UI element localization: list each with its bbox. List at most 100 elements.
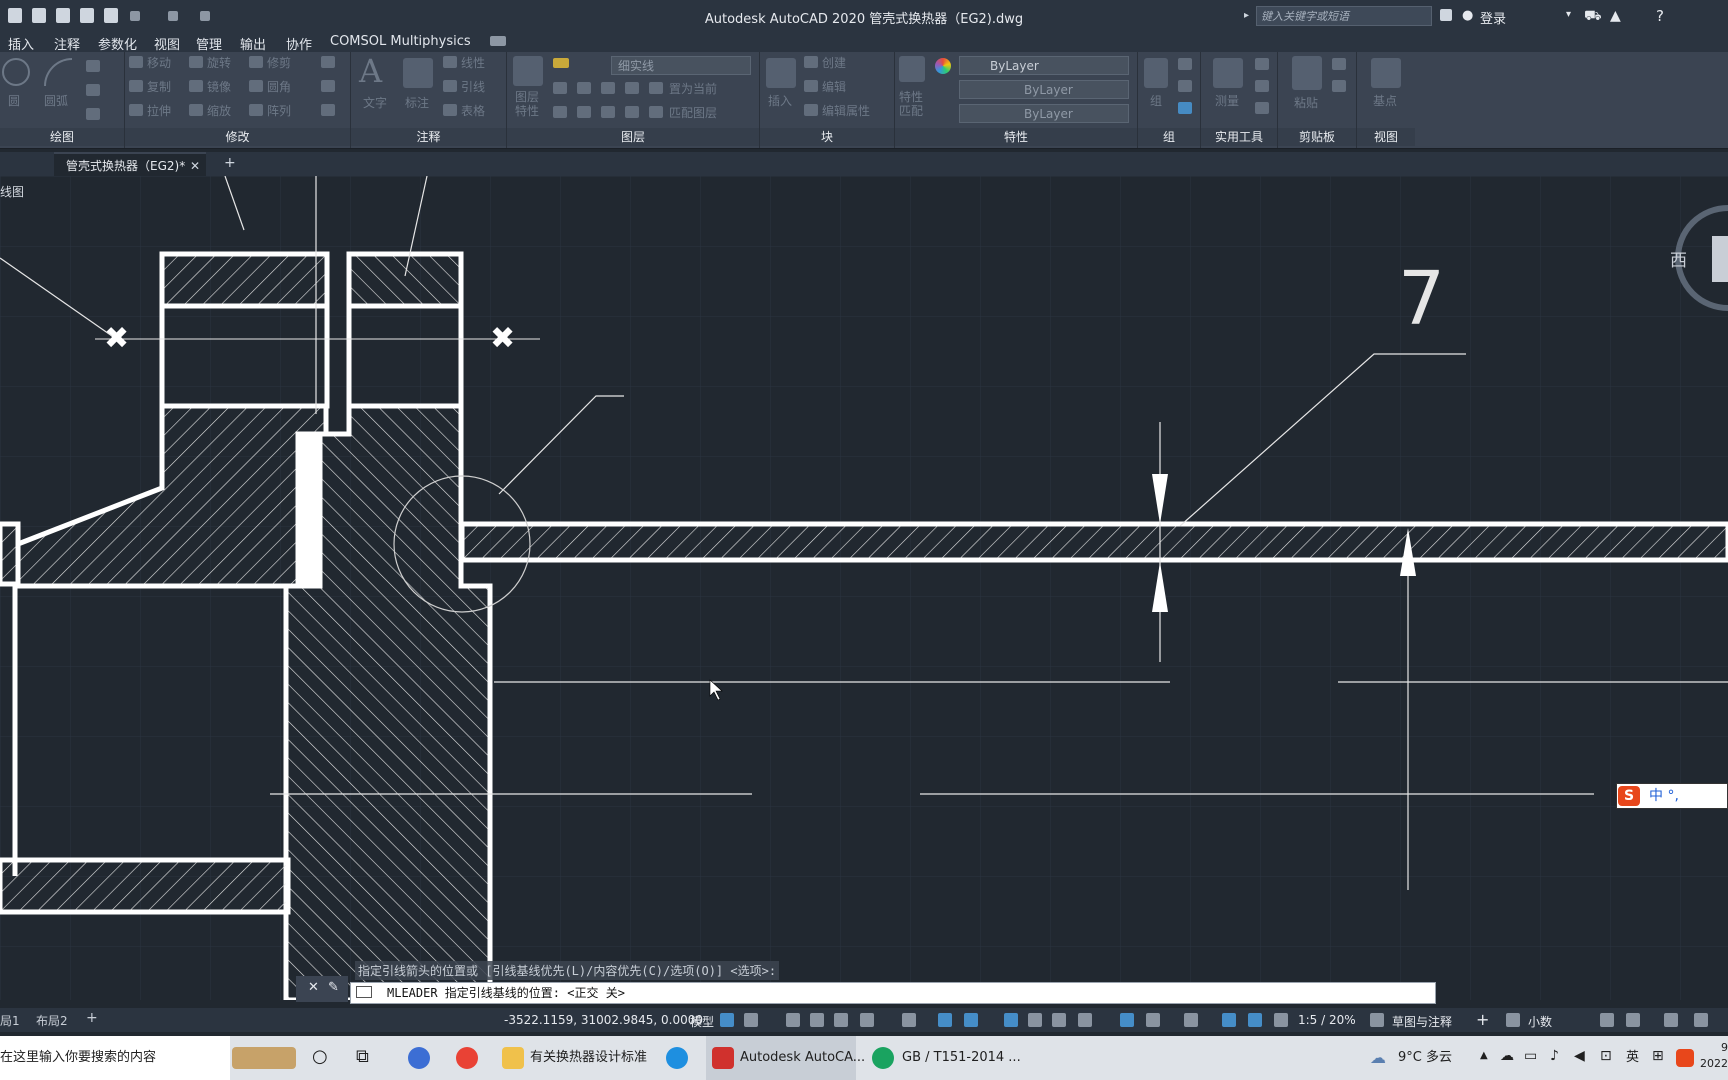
layer-tool-icon[interactable] (553, 82, 567, 94)
units-icon[interactable] (1506, 1013, 1520, 1027)
dynamic-input-icon[interactable] (810, 1013, 824, 1027)
array-button[interactable]: 阵列 (267, 102, 291, 119)
search-input[interactable]: 键入关键字或短语 (1256, 6, 1432, 26)
panel-annotation-title[interactable]: 注释 (351, 128, 506, 146)
linetype-dropdown[interactable]: ByLayer (959, 80, 1129, 99)
menu-output[interactable]: 输出 (240, 34, 266, 53)
insert-block-button[interactable]: 插入 (768, 92, 792, 109)
osnap-icon[interactable] (964, 1013, 978, 1027)
taskbar-search[interactable]: 在这里输入你要搜索的内容 (0, 1036, 230, 1080)
table-button[interactable]: 表格 (461, 102, 485, 119)
trim-button[interactable]: 修剪 (267, 54, 291, 71)
app-icon[interactable] (408, 1047, 430, 1069)
layer-properties-button[interactable]: 图层 特性 (515, 90, 539, 118)
taskbar-app-folder[interactable]: 有关换热器设计标准 (530, 1036, 647, 1080)
isodraft-icon[interactable] (902, 1013, 916, 1027)
explode-icon[interactable] (321, 80, 335, 92)
selection-filter-icon[interactable] (1146, 1013, 1160, 1027)
edge-icon[interactable] (872, 1047, 894, 1069)
group-button[interactable]: 组 (1150, 92, 1162, 109)
utility-icon[interactable] (1255, 80, 1269, 92)
menu-comsol[interactable]: COMSOL Multiphysics (330, 34, 471, 49)
microphone-icon[interactable]: ♪ (1550, 1048, 1559, 1064)
save-as-icon[interactable] (32, 8, 46, 23)
linear-icon[interactable] (443, 56, 457, 68)
match-layer-button[interactable]: 匹配图层 (669, 104, 717, 121)
layer-tool-icon[interactable] (577, 106, 591, 118)
cart-icon[interactable]: ⛟ (1584, 8, 1602, 26)
panel-groups-title[interactable]: 组 (1138, 128, 1200, 146)
a360-icon[interactable]: ▲ (1610, 8, 1621, 24)
panel-properties-title[interactable]: 特性 (895, 128, 1137, 146)
new-tab-button[interactable]: + (224, 155, 236, 171)
layer-tool-icon[interactable] (553, 106, 567, 118)
rotate-icon[interactable] (189, 56, 203, 68)
edit-block-icon[interactable] (804, 80, 818, 92)
offset-icon[interactable] (321, 104, 335, 116)
otrack-icon[interactable] (938, 1013, 952, 1027)
add-layout-icon[interactable]: + (86, 1010, 98, 1026)
ortho-icon[interactable] (834, 1013, 848, 1027)
match-layer-icon[interactable] (649, 106, 663, 118)
annotation-visibility-icon[interactable] (1222, 1013, 1236, 1027)
panel-layers-title[interactable]: 图层 (507, 128, 759, 146)
stretch-icon[interactable] (129, 104, 143, 116)
paste-icon[interactable] (1292, 56, 1322, 90)
measure-icon[interactable] (1213, 58, 1243, 88)
hatch-icon[interactable] (86, 108, 100, 120)
layer-tool-icon[interactable] (601, 106, 615, 118)
clock[interactable]: 9 2022 (1700, 1040, 1728, 1080)
rectangle-icon[interactable] (86, 60, 100, 72)
base-view-icon[interactable] (1371, 58, 1401, 88)
scale-dropdown[interactable]: 1:5 / 20% (1298, 1013, 1356, 1027)
paste-button[interactable]: 粘贴 (1294, 94, 1318, 111)
array-icon[interactable] (249, 104, 263, 116)
copy-icon[interactable] (129, 80, 143, 92)
edit-attributes-icon[interactable] (804, 104, 818, 116)
layer-tool-icon[interactable] (625, 106, 639, 118)
color-dropdown[interactable]: ByLayer (959, 56, 1129, 75)
group-icon[interactable] (1144, 58, 1168, 88)
layer-dropdown[interactable]: 细实线 (611, 56, 751, 75)
save-web-icon[interactable] (80, 8, 94, 23)
panel-modify-title[interactable]: 修改 (125, 128, 350, 146)
layout-tab-2[interactable]: 布局2 (36, 1012, 68, 1029)
workspace-dropdown[interactable]: 草图与注释 (1392, 1013, 1452, 1030)
menu-manage[interactable]: 管理 (196, 34, 222, 53)
isolate-icon[interactable] (1626, 1013, 1640, 1027)
utility-icon[interactable] (1255, 58, 1269, 70)
dynamic-ucs-icon[interactable] (1120, 1013, 1134, 1027)
stretch-button[interactable]: 拉伸 (147, 102, 171, 119)
language-indicator[interactable]: 英 (1626, 1036, 1639, 1080)
fillet-icon[interactable] (249, 80, 263, 92)
help-icon[interactable]: ? (1656, 7, 1664, 25)
leader-button[interactable]: 引线 (461, 78, 485, 95)
login-button[interactable]: 登录 (1480, 8, 1506, 27)
customize-icon[interactable]: ✎ (328, 980, 339, 995)
layer-tool-icon[interactable] (577, 82, 591, 94)
transparency-icon[interactable] (1028, 1013, 1042, 1027)
plus-icon[interactable]: + (1476, 1010, 1489, 1029)
ellipse-icon[interactable] (86, 84, 100, 96)
taskbar-app-edge[interactable]: GB / T151-2014 ... (902, 1036, 1021, 1080)
panel-view-title[interactable]: 视图 (1357, 128, 1415, 146)
layer-tool-icon[interactable] (625, 82, 639, 94)
move-icon[interactable] (129, 56, 143, 68)
customize-qat-icon[interactable] (200, 11, 210, 21)
mirror-button[interactable]: 镜像 (207, 78, 231, 95)
rotate-button[interactable]: 旋转 (207, 54, 231, 71)
match-properties-button[interactable]: 特性 匹配 (899, 90, 923, 118)
print-icon[interactable] (104, 8, 118, 23)
table-icon[interactable] (443, 104, 457, 116)
properties-icon[interactable] (1600, 1013, 1614, 1027)
gear-icon[interactable] (1370, 1013, 1384, 1027)
circle-icon[interactable] (2, 58, 30, 86)
task-view-icon[interactable]: ⧉ (356, 1046, 369, 1067)
menu-insert[interactable]: 插入 (8, 34, 34, 53)
panel-utilities-title[interactable]: 实用工具 (1201, 128, 1277, 146)
tab-document[interactable]: 管壳式换热器（EG2)* ✕ (54, 152, 206, 176)
panel-clipboard-title[interactable]: 剪贴板 (1278, 128, 1356, 146)
chevron-right-icon[interactable]: ▸ (1244, 10, 1249, 21)
chevron-down-icon[interactable]: ▾ (1566, 9, 1571, 20)
sogou-tray-icon[interactable] (1676, 1049, 1694, 1067)
